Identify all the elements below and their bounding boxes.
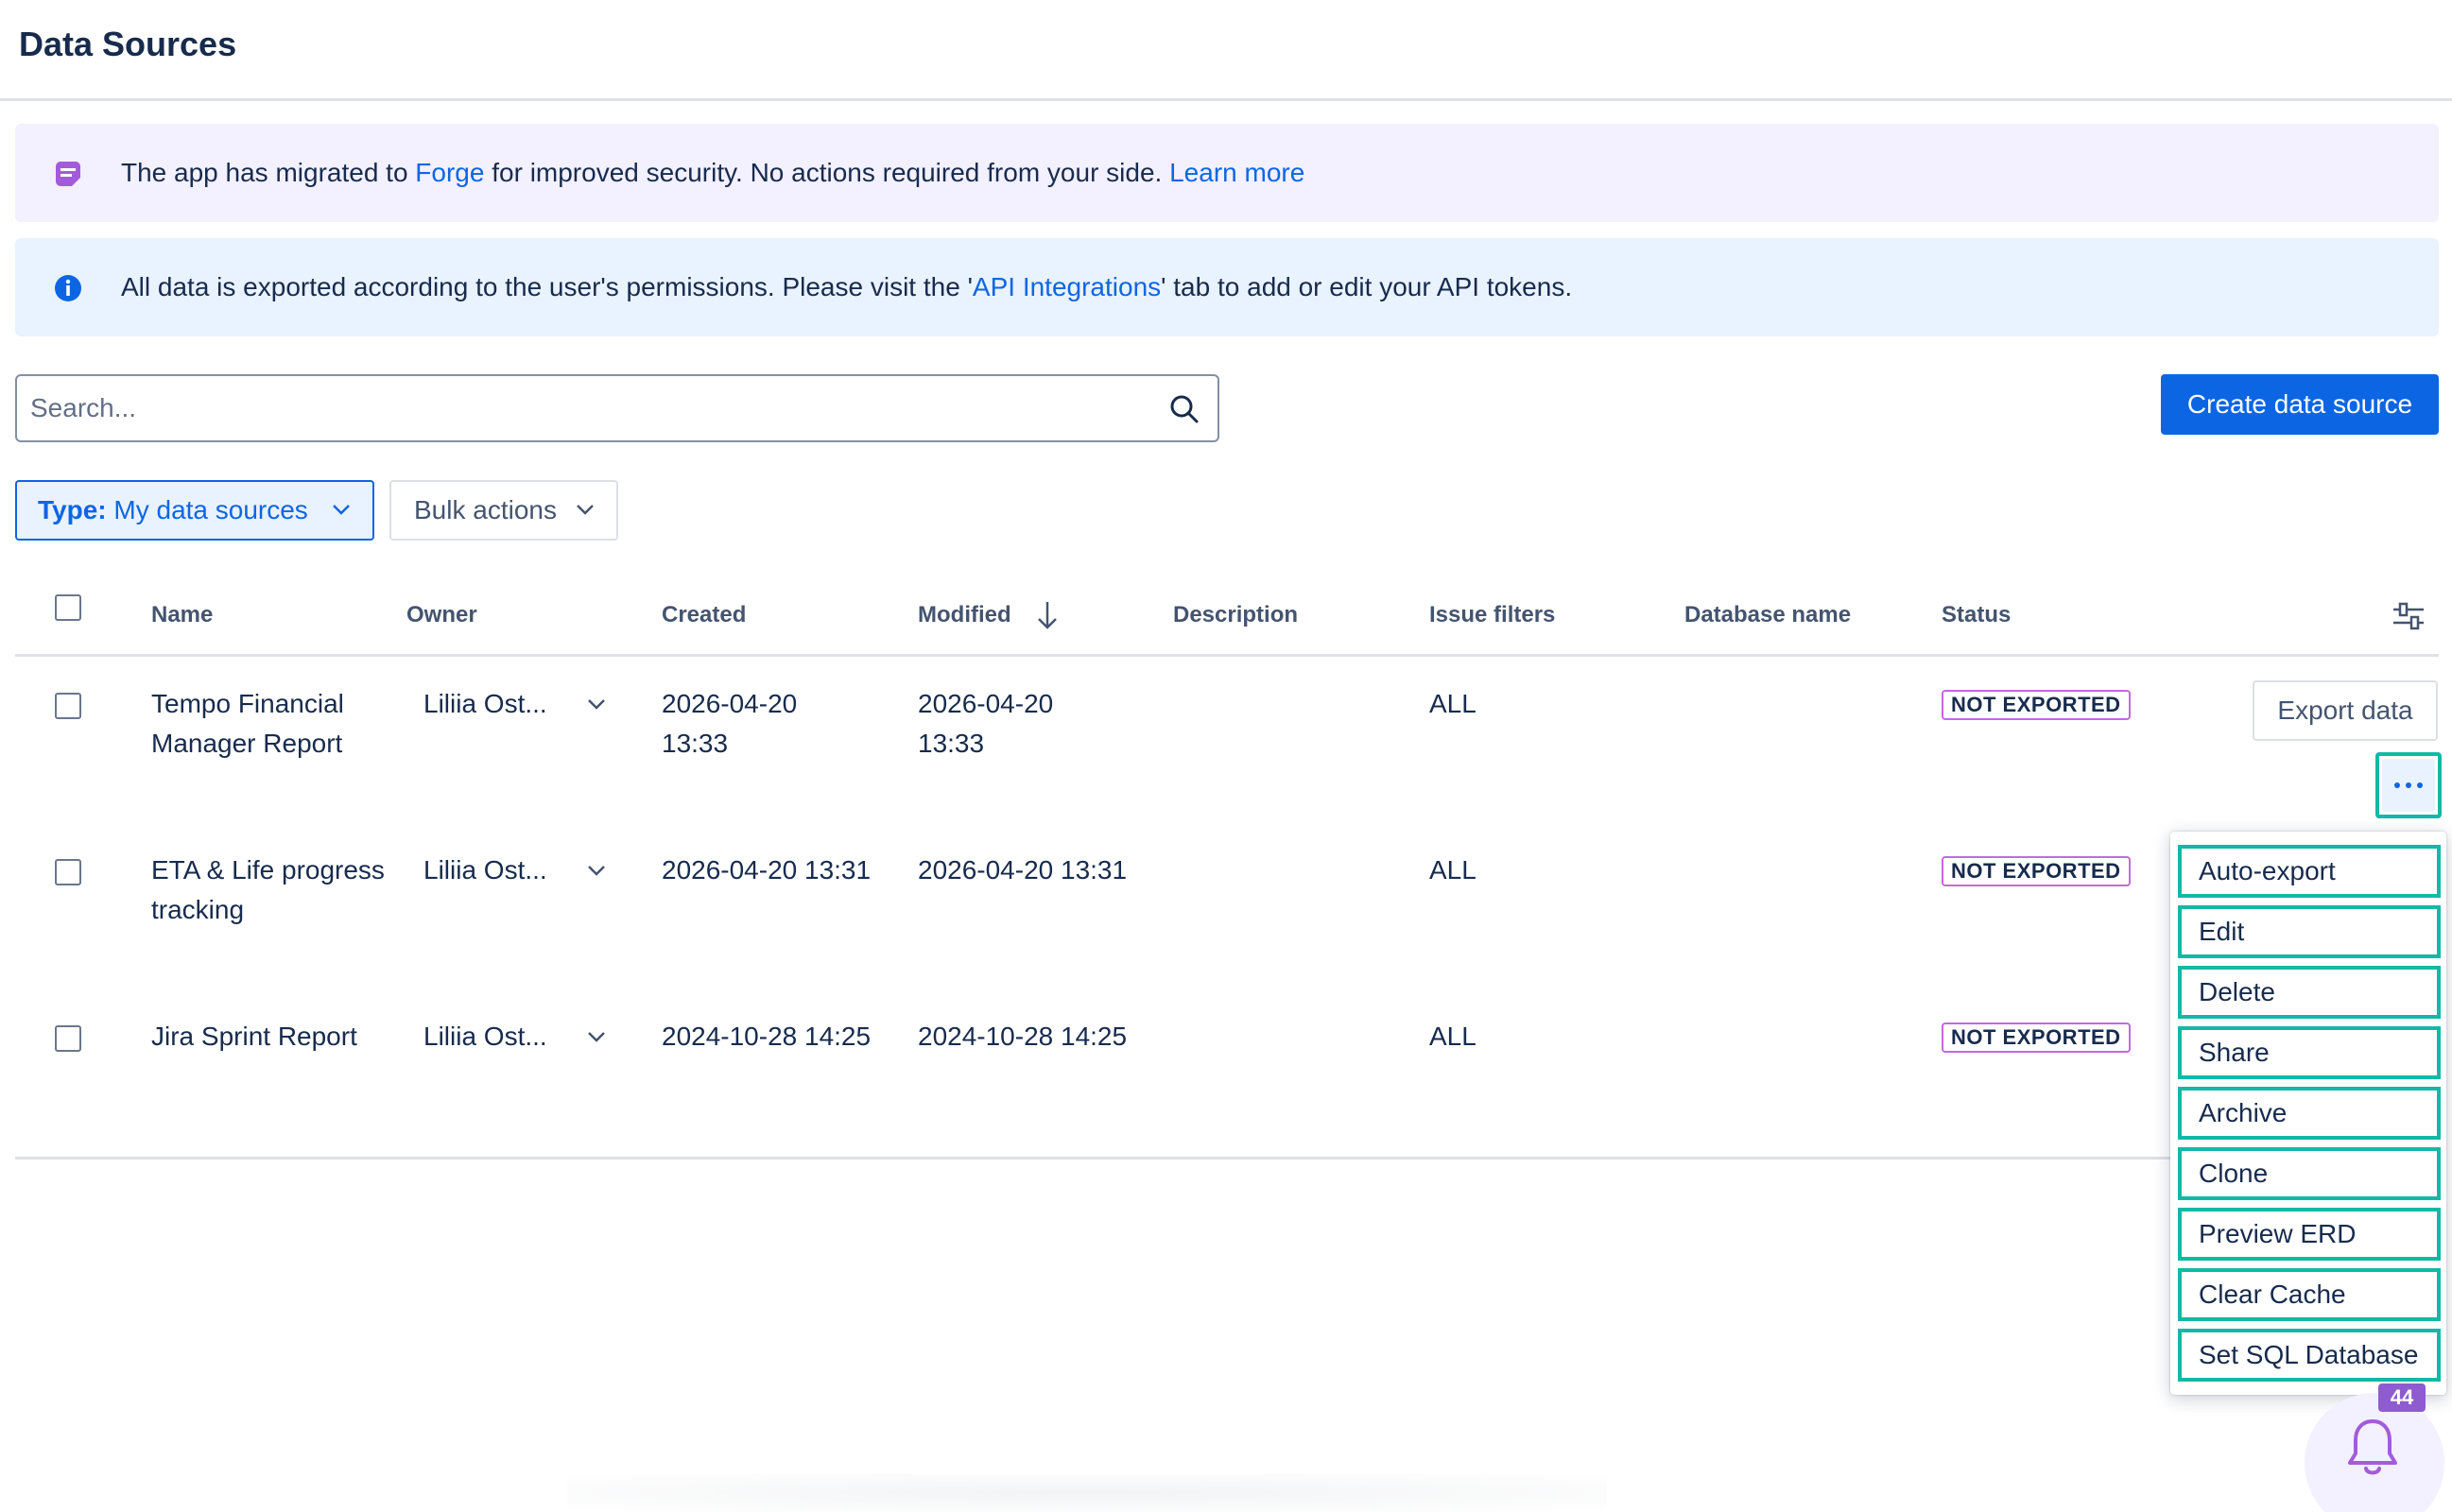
row-name[interactable]: ETA & Life progress tracking xyxy=(151,850,397,930)
permissions-info-banner: All data is exported according to the us… xyxy=(15,238,2439,336)
sort-descending-icon[interactable] xyxy=(1036,599,1059,631)
column-header-description[interactable]: Description xyxy=(1173,602,1298,628)
row-owner: Liliia Ost... xyxy=(423,855,547,885)
forge-note-icon xyxy=(56,162,80,186)
notification-count-badge: 44 xyxy=(2378,1383,2426,1412)
row-name[interactable]: Jira Sprint Report xyxy=(151,1017,357,1057)
api-integrations-link[interactable]: API Integrations xyxy=(973,272,1161,301)
owner-dropdown-chevron-icon[interactable] xyxy=(586,1030,607,1043)
more-icon xyxy=(2382,759,2435,812)
create-data-source-button[interactable]: Create data source xyxy=(2161,374,2439,435)
bottom-shadow xyxy=(567,1474,1607,1512)
column-header-database-name[interactable]: Database name xyxy=(1684,602,1851,628)
table-header-divider xyxy=(15,654,2439,657)
status-badge: NOT EXPORTED xyxy=(1942,690,2131,720)
forge-banner-text: The app has migrated to Forge for improv… xyxy=(121,158,1305,187)
row-issue-filters: ALL xyxy=(1429,689,1476,718)
column-header-modified[interactable]: Modified xyxy=(918,602,1011,628)
menu-item-delete[interactable]: Delete xyxy=(2178,966,2441,1019)
learn-more-link[interactable]: Learn more xyxy=(1169,158,1304,187)
type-filter-value: My data sources xyxy=(106,495,308,524)
menu-item-preview-erd[interactable]: Preview ERD xyxy=(2178,1208,2441,1261)
page-title: Data Sources xyxy=(19,25,237,63)
forge-link[interactable]: Forge xyxy=(415,158,484,187)
row-created: 2026-04-20 13:31 xyxy=(662,855,872,885)
bulk-actions-label: Bulk actions xyxy=(414,495,557,524)
chevron-down-icon xyxy=(577,505,594,515)
menu-item-set-sql-database[interactable]: Set SQL Database xyxy=(2178,1329,2441,1382)
status-badge: NOT EXPORTED xyxy=(1942,856,2131,886)
owner-dropdown-chevron-icon[interactable] xyxy=(586,697,607,711)
row-created: 2026-04-20 13:33 xyxy=(662,689,798,758)
row-checkbox[interactable] xyxy=(55,693,81,719)
menu-item-clone[interactable]: Clone xyxy=(2178,1147,2441,1200)
menu-item-clear-cache[interactable]: Clear Cache xyxy=(2178,1268,2441,1321)
row-created: 2024-10-28 14:25 xyxy=(662,1022,872,1051)
export-data-button[interactable]: Export data xyxy=(2253,680,2438,741)
search-icon[interactable] xyxy=(1168,393,1200,425)
info-banner-text: All data is exported according to the us… xyxy=(121,272,1573,301)
select-all-checkbox[interactable] xyxy=(55,594,81,621)
column-header-owner[interactable]: Owner xyxy=(406,602,477,628)
column-header-issue-filters[interactable]: Issue filters xyxy=(1429,602,1555,628)
row-issue-filters: ALL xyxy=(1429,855,1476,885)
type-filter-key: Type: xyxy=(38,495,107,524)
menu-item-share[interactable]: Share xyxy=(2178,1026,2441,1079)
menu-item-auto-export[interactable]: Auto-export xyxy=(2178,845,2441,898)
menu-item-edit[interactable]: Edit xyxy=(2178,905,2441,958)
column-header-status[interactable]: Status xyxy=(1942,602,2011,628)
row-issue-filters: ALL xyxy=(1429,1022,1476,1051)
info-icon xyxy=(55,275,81,301)
menu-item-archive[interactable]: Archive xyxy=(2178,1087,2441,1140)
more-actions-button[interactable] xyxy=(2375,752,2442,818)
owner-dropdown-chevron-icon[interactable] xyxy=(586,864,607,877)
row-name[interactable]: Tempo Financial Manager Report xyxy=(151,684,388,764)
chevron-down-icon xyxy=(333,505,350,515)
title-divider xyxy=(0,98,2452,101)
row-owner: Liliia Ost... xyxy=(423,689,547,718)
column-header-name[interactable]: Name xyxy=(151,602,213,628)
forge-migration-banner: The app has migrated to Forge for improv… xyxy=(15,124,2439,222)
row-checkbox[interactable] xyxy=(55,1025,81,1052)
type-filter-dropdown[interactable]: Type: My data sources xyxy=(15,480,374,541)
search-field[interactable] xyxy=(15,374,1219,442)
table-bottom-divider xyxy=(15,1157,2170,1160)
column-header-created[interactable]: Created xyxy=(662,602,746,628)
bulk-actions-dropdown[interactable]: Bulk actions xyxy=(389,480,618,541)
bell-icon xyxy=(2348,1419,2397,1475)
row-checkbox[interactable] xyxy=(55,859,81,885)
search-input[interactable] xyxy=(30,389,1127,427)
row-owner: Liliia Ost... xyxy=(423,1022,547,1051)
row-modified: 2026-04-20 13:31 xyxy=(918,855,1128,885)
status-badge: NOT EXPORTED xyxy=(1942,1022,2131,1053)
row-modified: 2026-04-20 13:33 xyxy=(918,689,1054,758)
row-modified: 2024-10-28 14:25 xyxy=(918,1022,1128,1051)
column-settings-icon[interactable] xyxy=(2392,599,2426,633)
row-actions-menu: Auto-export Edit Delete Share Archive Cl… xyxy=(2170,832,2446,1395)
